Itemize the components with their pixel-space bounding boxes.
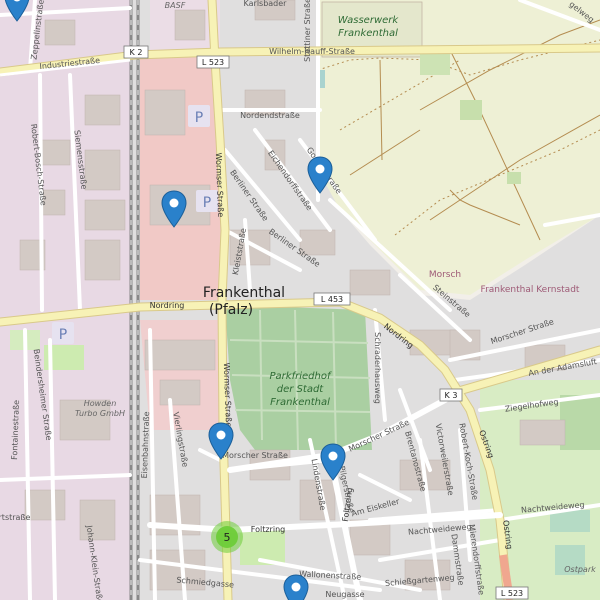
parking-icon: P [195,110,203,126]
street-label: Wilhelm-Hauff-Straße [269,47,355,56]
road-shield-l523-top: L 523 [196,55,230,69]
waterworks-label-line: Frankenthal [338,28,398,39]
svg-text:K 2: K 2 [130,48,143,57]
map-marker-pin[interactable] [283,574,309,600]
map-marker-pin[interactable] [4,0,30,22]
basf-label: BASF [165,1,186,10]
parking-icon: P [203,195,211,211]
map-base-layer: K 2 L 523 L 453 K 3 L 523 P P P Frankent… [0,0,600,600]
town-label-suffix: (Pfalz) [209,302,253,318]
road-shield-k3: K 3 [439,388,463,402]
waterworks-label-line: Wasserwerk [338,15,400,26]
map-marker-pin[interactable] [320,443,346,481]
marker-cluster[interactable]: 5 [211,521,243,553]
location-pin-icon [320,443,346,481]
kernstadt-label: Frankenthal Kernstadt [481,285,580,295]
park-label-line: der Stadt [277,384,325,395]
location-pin-icon [161,190,187,228]
map-marker-pin[interactable] [208,422,234,460]
street-label: Stettiner Straße [303,0,312,62]
road-shield-l523-bottom: L 523 [495,586,529,600]
svg-text:L 523: L 523 [202,58,224,67]
location-pin-icon [4,0,30,22]
svg-text:K 3: K 3 [445,391,458,400]
ostpark-label: Ostpark [564,565,596,574]
street-label: Schraderhausweg [373,332,382,404]
street-label: Neugasse [325,590,364,599]
street-label: Karlsbader [244,0,288,8]
map-marker-pin[interactable] [161,190,187,228]
town-label: Frankenthal [203,285,285,301]
park-label-line: Frankenthal [270,397,330,408]
street-label: ertstraße [0,513,30,522]
map-view[interactable]: K 2 L 523 L 453 K 3 L 523 P P P Frankent… [0,0,600,600]
morsch-label: Morsch [429,270,461,280]
svg-text:L 453: L 453 [321,295,343,304]
company-label-line: Howden [84,399,117,408]
map-marker-pin[interactable] [307,156,333,194]
location-pin-icon [208,422,234,460]
street-label: Foltzring [251,525,285,534]
road-shield-k2: K 2 [123,45,149,59]
marker-cluster-count: 5 [216,526,238,548]
street-label: Nordendstraße [240,111,300,120]
road-shield-l453: L 453 [313,292,351,306]
location-pin-icon [307,156,333,194]
park-label-line: Parkfriedhof [270,371,332,382]
parking-icon: P [59,327,67,343]
svg-text:L 523: L 523 [501,589,523,598]
location-pin-icon [283,574,309,600]
street-label: Nordring [150,301,185,310]
company-label-line: Turbo GmbH [75,409,125,418]
